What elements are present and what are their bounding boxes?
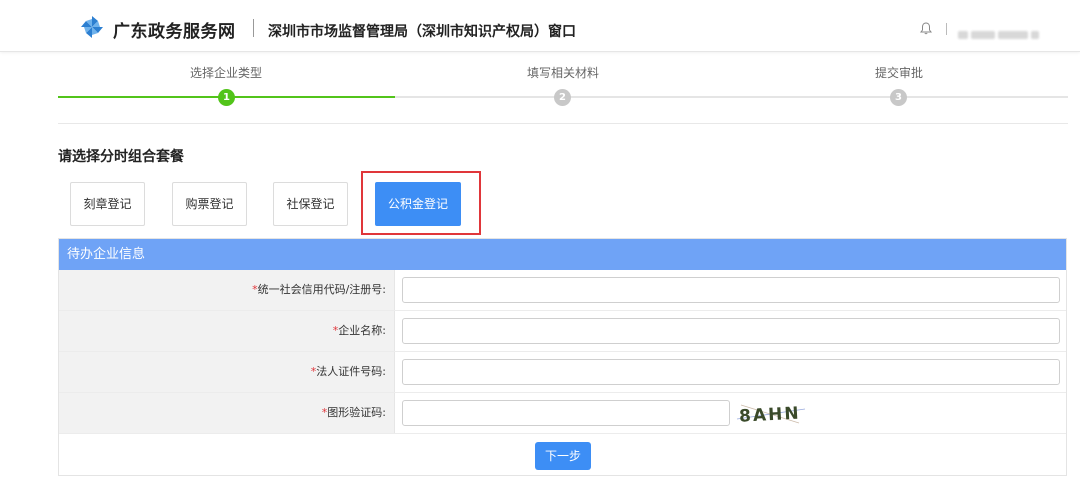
site-name[interactable]: 广东政务服务网 [113, 17, 236, 42]
enterprise-name-label-text: 企业名称: [338, 324, 386, 337]
window-title: 深圳市市场监督管理局（深圳市知识产权局）窗口 [268, 24, 576, 40]
captcha-input[interactable] [402, 400, 730, 426]
user-account-menu[interactable] [958, 24, 1046, 39]
step-label-3: 提交审批 [874, 66, 923, 80]
form-row-legal-id: *法人证件号码: [59, 352, 1066, 393]
enterprise-name-label: *企业名称: [59, 311, 395, 351]
package-seal-registration[interactable]: 刻章登记 [70, 182, 145, 226]
captcha-label: *图形验证码: [59, 393, 395, 433]
package-invoice-registration[interactable]: 购票登记 [172, 182, 247, 226]
step-label-2: 填写相关材料 [526, 66, 599, 80]
bell-icon[interactable] [920, 22, 932, 35]
step-circle-2: 2 [554, 89, 571, 106]
package-social-security-registration[interactable]: 社保登记 [273, 182, 348, 226]
pinwheel-logo-icon[interactable] [80, 15, 104, 39]
next-step-button[interactable]: 下一步 [535, 442, 591, 470]
enterprise-name-input[interactable] [402, 318, 1060, 344]
step-line-pending [395, 96, 1068, 98]
header-divider [253, 19, 254, 37]
form-row-credit-code: *统一社会信用代码/注册号: [59, 270, 1066, 311]
progress-steps: 选择企业类型 1 填写相关材料 2 提交审批 3 [58, 52, 1068, 124]
top-header: 广东政务服务网 深圳市市场监督管理局（深圳市知识产权局）窗口 [0, 0, 1080, 52]
form-row-captcha: *图形验证码: 8AHN [59, 393, 1066, 434]
selection-highlight-box [361, 171, 481, 235]
credit-code-input[interactable] [402, 277, 1060, 303]
captcha-text: 8AHN [739, 404, 801, 427]
step-label-1: 选择企业类型 [189, 66, 262, 80]
legal-id-label-text: 法人证件号码: [316, 365, 386, 378]
credit-code-label-text: 统一社会信用代码/注册号: [257, 283, 386, 296]
package-section-title: 请选择分时组合套餐 [58, 149, 184, 165]
header-divider-2 [946, 23, 947, 35]
captcha-label-text: 图形验证码: [327, 406, 386, 419]
legal-id-input[interactable] [402, 359, 1060, 385]
form-row-enterprise-name: *企业名称: [59, 311, 1066, 352]
step-circle-3: 3 [890, 89, 907, 106]
pending-enterprise-panel: 待办企业信息 *统一社会信用代码/注册号: *企业名称: *法人证件号码: *图… [58, 238, 1067, 476]
panel-title: 待办企业信息 [59, 239, 1066, 270]
credit-code-label: *统一社会信用代码/注册号: [59, 270, 395, 310]
step-circle-1: 1 [218, 89, 235, 106]
legal-id-label: *法人证件号码: [59, 352, 395, 392]
captcha-image[interactable]: 8AHN [735, 399, 811, 427]
